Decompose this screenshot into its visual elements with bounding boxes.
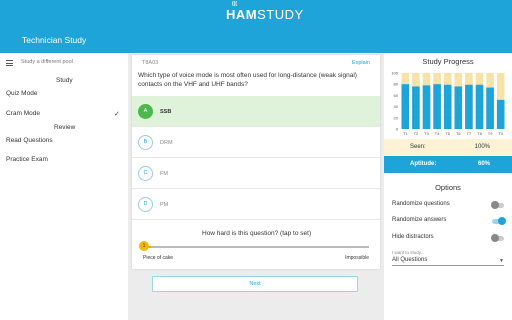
difficulty-min-label: Piece of cake xyxy=(143,255,174,261)
chart-x-tick-label: T6 xyxy=(456,131,461,136)
answer-text: FM xyxy=(160,171,168,177)
antenna-waves-icon: ((( xyxy=(232,1,237,7)
chart-bar-aptitude xyxy=(401,84,410,129)
difficulty-max-label: Impossible xyxy=(345,255,369,261)
study-progress-title: Study Progress xyxy=(422,57,474,66)
toggle-knob xyxy=(491,201,499,209)
study-heading: Study xyxy=(56,77,73,84)
chart-y-tick-label: 80 xyxy=(394,82,399,87)
chart-bar-aptitude xyxy=(433,84,441,129)
hamstudy-logo[interactable]: (((HAMSTUDY xyxy=(226,1,304,23)
study-select[interactable]: All Questions ▼ xyxy=(392,256,504,266)
sidebar-item-practice-exam[interactable]: Practice Exam xyxy=(6,156,48,163)
answer-letter: D xyxy=(138,197,153,212)
answer-letter: C xyxy=(138,166,153,181)
aptitude-row: Aptitude: 60% xyxy=(384,156,512,173)
chart-y-tick-label: 40 xyxy=(394,104,399,109)
chart-bar-aptitude xyxy=(422,85,431,129)
chart-bar-aptitude xyxy=(412,86,420,129)
hide-distractors-label: Hide distractors xyxy=(392,234,434,240)
check-icon: ✓ xyxy=(114,111,120,118)
hide-distractors-toggle[interactable] xyxy=(491,234,504,242)
explain-link[interactable]: Explain xyxy=(352,60,370,66)
answer-text: SSB xyxy=(160,109,172,115)
randomize-answers-toggle[interactable] xyxy=(492,217,506,225)
next-button[interactable]: Next xyxy=(152,276,358,292)
chart-x-tick-label: T8 xyxy=(477,131,482,136)
randomize-answers-label: Randomize answers xyxy=(392,217,447,223)
list-icon xyxy=(6,60,13,66)
toggle-knob xyxy=(491,234,499,242)
answer-option-a[interactable]: A SSB xyxy=(132,96,380,127)
answer-letter: B xyxy=(138,135,153,150)
difficulty-slider-thumb[interactable]: 1 xyxy=(139,241,149,251)
chevron-down-icon: ▼ xyxy=(499,258,504,264)
chart-x-tick-label: T5 xyxy=(445,131,450,136)
chart-bar-aptitude xyxy=(496,99,505,129)
chart-x-tick-label: T9 xyxy=(488,131,493,136)
answer-option-c[interactable]: C FM xyxy=(132,158,380,189)
chart-y-tick-label: 100 xyxy=(391,71,398,76)
chart-bar-aptitude xyxy=(443,84,452,129)
progress-panel: Study Progress 0 20 40 60 80 100 T1 T2 T3 T4 T5 T6 T… xyxy=(384,53,512,320)
logo-study: STUDY xyxy=(257,7,304,22)
aptitude-value: 60% xyxy=(477,161,490,167)
sidebar: Study a different pool Study Quiz Mode C… xyxy=(0,53,128,320)
chart-x-tick-label: T4 xyxy=(435,131,440,136)
sidebar-item-quiz-mode[interactable]: Quiz Mode xyxy=(6,90,37,97)
chart-y-tick-label: 20 xyxy=(394,115,399,120)
chart-x-tick-label: T3 xyxy=(424,131,429,136)
chart-x-tick-label: T1 xyxy=(403,131,408,136)
study-different-pool-link[interactable]: Study a different pool xyxy=(0,53,128,73)
answer-option-d[interactable]: D PM xyxy=(132,189,380,220)
difficulty-slider[interactable] xyxy=(144,246,369,248)
question-text: Which type of voice mode is most often u… xyxy=(138,72,357,88)
chart-y-tick-label: 60 xyxy=(394,93,399,98)
chart-x-tick-label: T2 xyxy=(414,131,419,136)
answer-letter: A xyxy=(138,104,153,119)
randomize-questions-label: Randomize questions xyxy=(392,201,450,207)
chart-bar-aptitude xyxy=(475,84,484,129)
seen-value: 100% xyxy=(474,144,490,150)
chart-bar-aptitude xyxy=(454,86,463,129)
aptitude-label: Aptitude: xyxy=(410,161,437,167)
seen-row: Seen: 100% xyxy=(384,139,512,156)
difficulty-prompt: How hard is this question? (tap to set) xyxy=(202,230,312,237)
chart-bar-aptitude xyxy=(486,87,494,129)
chart-x-tick-label: T7 xyxy=(467,131,472,136)
page-title: Technician Study xyxy=(22,35,87,45)
options-title: Options xyxy=(435,183,461,192)
answer-option-b[interactable]: B DRM xyxy=(132,127,380,158)
logo-ham: HAM xyxy=(226,7,258,22)
sidebar-item-read-questions[interactable]: Read Questions xyxy=(6,137,53,144)
chart-y-tick-label: 0 xyxy=(396,127,399,132)
pool-label: Study a different pool xyxy=(21,59,73,65)
chart-x-tick-label: T0 xyxy=(498,131,503,136)
seen-label: Seen: xyxy=(410,144,426,150)
answer-text: DRM xyxy=(160,140,173,146)
toggle-knob xyxy=(498,217,506,225)
study-select-value: All Questions xyxy=(392,257,428,263)
question-card: T8A03 Explain Which type of voice mode i… xyxy=(132,55,380,269)
study-progress-chart: 0 20 40 60 80 100 T1 T2 T3 T4 T5 T6 T7 T8 T9 T0 xyxy=(391,71,506,136)
randomize-questions-toggle[interactable] xyxy=(491,201,504,209)
review-heading: Review xyxy=(54,124,76,131)
sidebar-item-cram-mode[interactable]: Cram Mode xyxy=(6,110,40,117)
study-select-label: I want to study... xyxy=(392,250,425,255)
chart-bar-aptitude xyxy=(465,84,473,129)
top-bar: (((HAMSTUDY Technician Study xyxy=(0,0,512,53)
answer-text: PM xyxy=(160,202,169,208)
question-id: T8A03 xyxy=(142,60,159,66)
